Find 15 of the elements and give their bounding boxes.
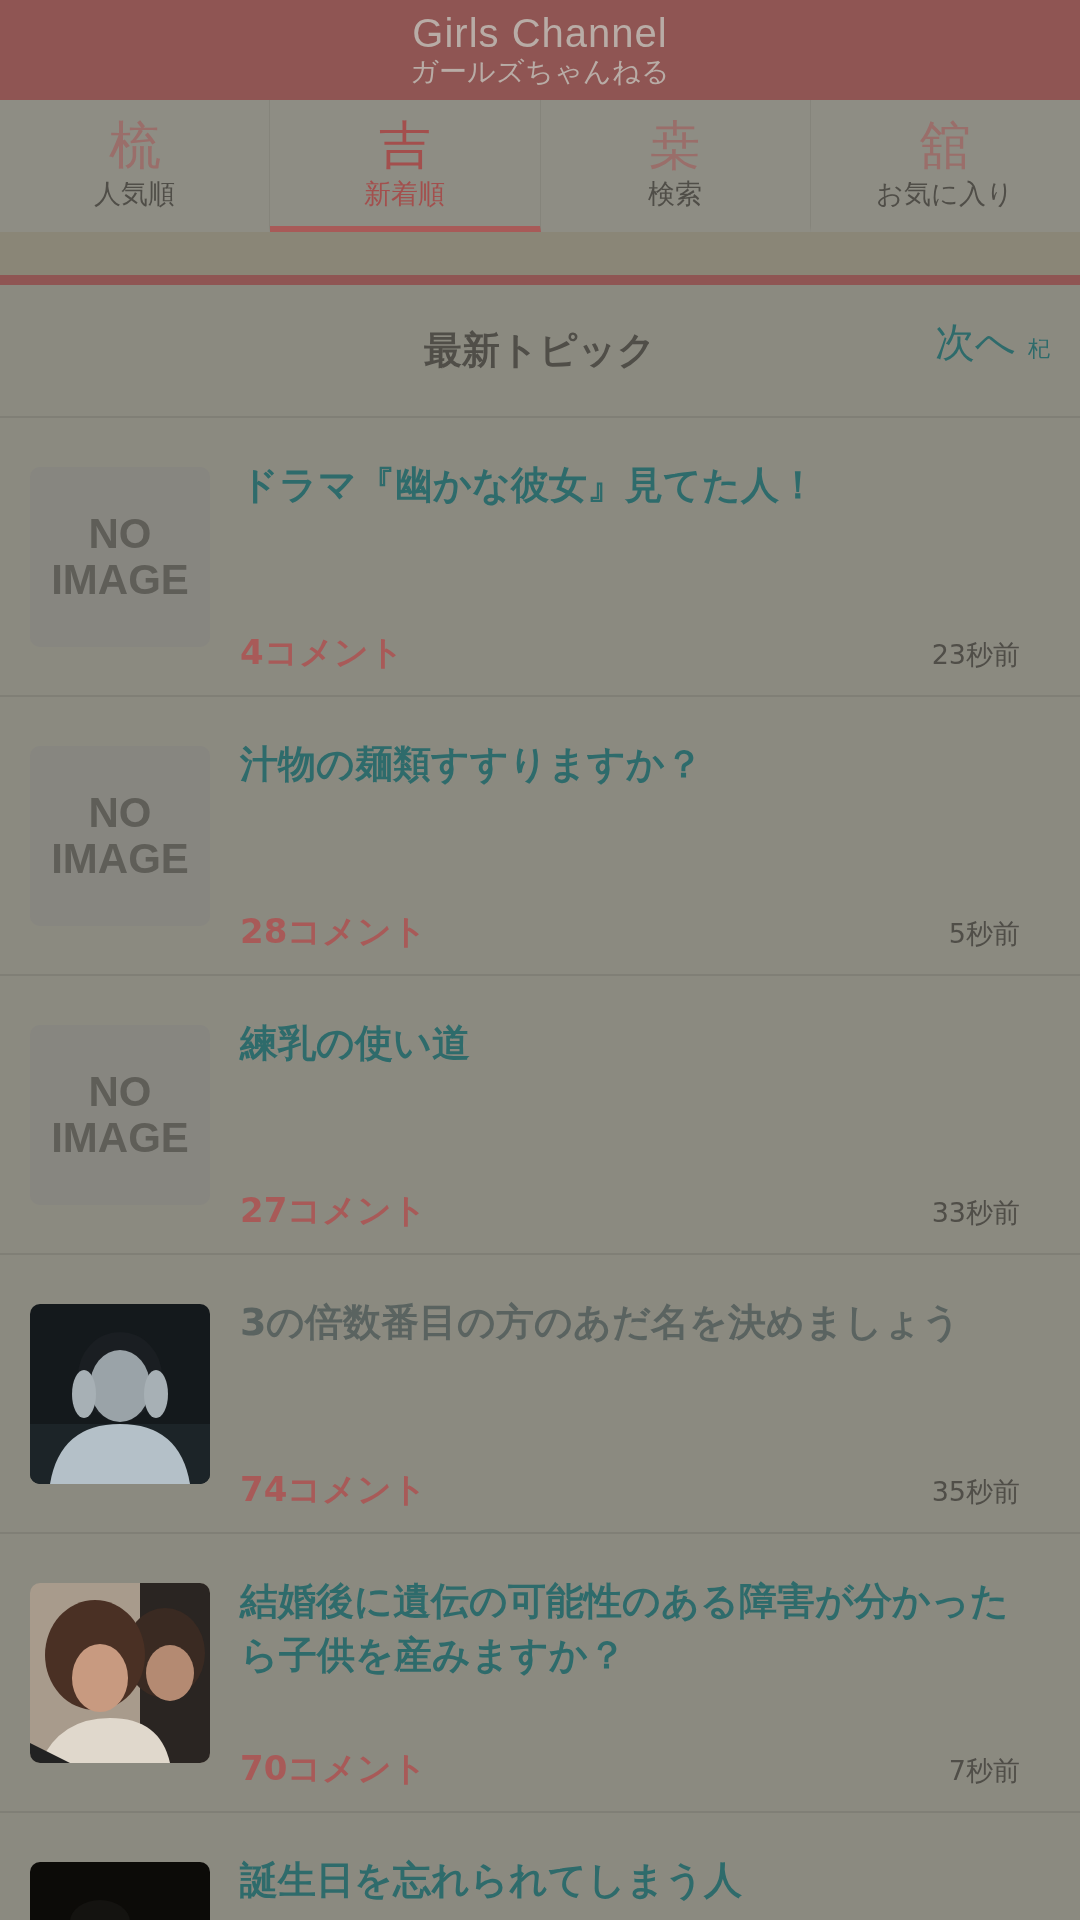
topic-row[interactable]: 誕生日を忘れられてしまう人 (0, 1813, 1080, 1920)
logo-text: Girls Channel (412, 11, 668, 55)
post-time: 33秒前 (931, 1196, 1020, 1230)
section-title: 最新トピック (424, 327, 656, 374)
topic-title[interactable]: 誕生日を忘れられてしまう人 (240, 1853, 1050, 1907)
post-time: 7秒前 (948, 1754, 1020, 1788)
topic-title[interactable]: 汁物の麺類すすりますか？ (240, 737, 1050, 791)
post-time: 35秒前 (931, 1475, 1020, 1509)
topic-title[interactable]: 結婚後に遺伝の可能性のある障害が分かったら子供を産みますか？ (240, 1574, 1050, 1682)
topic-title[interactable]: ドラマ『幽かな彼女』見てた人！ (240, 458, 1050, 512)
post-time: 23秒前 (931, 638, 1020, 672)
topic-title[interactable]: 練乳の使い道 (240, 1016, 1050, 1070)
next-link[interactable]: 次へ 杞 (935, 315, 1050, 370)
post-time: 5秒前 (948, 917, 1020, 951)
logo-subtitle: ガールズちゃんねる (410, 55, 670, 89)
